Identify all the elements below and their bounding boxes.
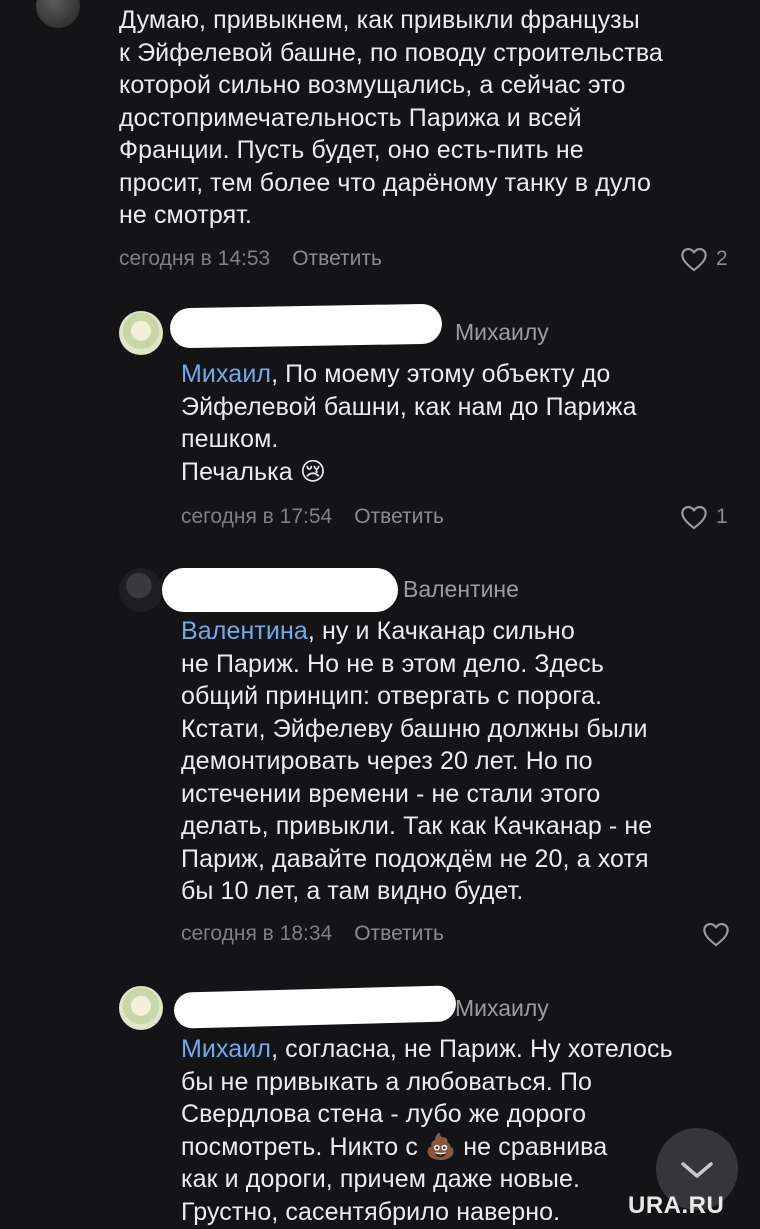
like-button[interactable] (702, 921, 730, 947)
timestamp: сегодня в 17:54 (181, 505, 333, 528)
heart-icon (703, 923, 729, 947)
avatar[interactable] (36, 0, 80, 28)
timestamp: сегодня в 18:34 (181, 922, 333, 945)
author-name-redacted (162, 568, 398, 612)
comment-text: Думаю, привыкнем, как привыкли французы … (119, 6, 663, 229)
mention-link[interactable]: Михаил (181, 360, 271, 388)
mention-link[interactable]: Валентина (181, 617, 308, 645)
watermark-logo: URA.RU (628, 1192, 725, 1219)
reply-button[interactable]: Ответить (292, 247, 382, 271)
heart-icon (681, 248, 707, 272)
comment-meta: сегодня в 14:53 Ответить (119, 247, 382, 271)
crying-emoji: 😢 (299, 457, 326, 486)
mention-link[interactable]: Михаил (181, 1035, 271, 1063)
avatar[interactable] (119, 568, 163, 612)
comment: Валентина, ну и Качканар сильно не Париж… (181, 615, 751, 908)
like-count: 2 (716, 247, 728, 270)
comment: Михаил, По моему этому объекту до Эйфеле… (181, 358, 741, 488)
timestamp: сегодня в 14:53 (119, 247, 271, 270)
avatar[interactable] (119, 986, 163, 1030)
like-button[interactable]: 1 (680, 504, 728, 530)
reply-button[interactable]: Ответить (354, 505, 444, 529)
heart-icon (681, 506, 707, 530)
reply-to: Валентине (403, 576, 519, 602)
comment-meta: сегодня в 18:34 Ответить (181, 922, 444, 946)
reply-button[interactable]: Ответить (354, 922, 444, 946)
comment-text: , ну и Качканар сильно не Париж. Но не в… (181, 617, 653, 905)
comment-meta: сегодня в 17:54 Ответить (181, 505, 444, 529)
author-name-redacted (169, 303, 443, 349)
reply-to: Михаилу (455, 319, 549, 345)
poop-emoji: 💩 (424, 1132, 457, 1161)
comment: Думаю, привыкнем, как привыкли французы … (119, 4, 749, 232)
like-button[interactable]: 2 (680, 246, 728, 272)
author-name-redacted (173, 985, 457, 1029)
like-count: 1 (716, 505, 728, 528)
avatar[interactable] (119, 311, 163, 355)
reply-to: Михаилу (455, 995, 549, 1021)
